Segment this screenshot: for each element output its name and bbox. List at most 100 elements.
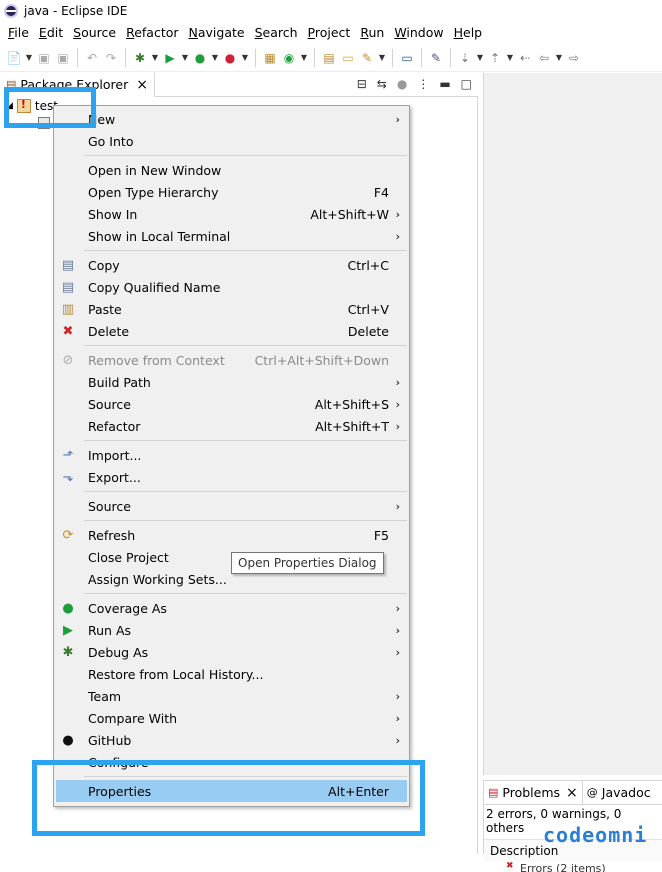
menu-navigate[interactable]: Navigate — [184, 25, 250, 40]
menu-file[interactable]: File — [3, 25, 34, 40]
menu-window[interactable]: Window — [389, 25, 448, 40]
last-edit-location-icon[interactable]: ⇠ — [517, 50, 533, 66]
menu-item-label: Remove from Context — [88, 352, 225, 368]
menu-refactor[interactable]: Refactor — [121, 25, 183, 40]
tab-javadoc[interactable]: @ Javadoc — [583, 781, 655, 805]
chevron-down-icon[interactable]: ▼ — [151, 50, 159, 66]
menu-item-label: Show In — [88, 206, 138, 222]
back-icon[interactable]: ⇦ — [536, 50, 552, 66]
menu-item-shortcut: Ctrl+V — [347, 301, 389, 317]
chevron-down-icon[interactable]: ▼ — [300, 50, 308, 66]
chevron-down-icon[interactable]: ▼ — [506, 50, 514, 66]
debug-icon[interactable]: ✱ — [132, 50, 148, 66]
menu-run-as[interactable]: ▶ Run As › — [54, 619, 409, 641]
menu-project[interactable]: Project — [303, 25, 356, 40]
tab-problems[interactable]: ▤ Problems × — [484, 780, 583, 805]
menu-copy-qualified-name[interactable]: ▤ Copy Qualified Name — [54, 276, 409, 298]
menu-refresh[interactable]: ⟳ Refresh F5 — [54, 524, 409, 546]
menu-item-label: Refresh — [88, 527, 136, 543]
menu-source-2[interactable]: Source › — [54, 495, 409, 517]
previous-annotation-icon[interactable]: ⇡ — [487, 50, 503, 66]
external-tools-icon[interactable]: ● — [222, 50, 238, 66]
next-annotation-icon[interactable]: ⇣ — [457, 50, 473, 66]
search-icon[interactable]: ✎ — [359, 50, 375, 66]
copy-icon: ▤ — [61, 257, 75, 273]
monitor-icon[interactable]: ▭ — [399, 50, 415, 66]
menu-item-label: Close Project — [88, 549, 169, 565]
toolbar-separator — [314, 48, 315, 67]
minimize-icon[interactable]: ▬ — [439, 77, 450, 91]
menu-refactor[interactable]: Refactor Alt+Shift+T › — [54, 415, 409, 437]
undo-icon[interactable]: ↶ — [84, 50, 100, 66]
menu-item-label: Paste — [88, 301, 122, 317]
menu-restore-local-history[interactable]: Restore from Local History... — [54, 663, 409, 685]
menu-help[interactable]: Help — [449, 25, 488, 40]
close-icon[interactable]: × — [566, 785, 578, 801]
new-icon[interactable]: 📄 — [6, 50, 22, 66]
menu-open-in-new-window[interactable]: Open in New Window — [54, 159, 409, 181]
export-icon: ⬎ — [62, 469, 74, 485]
open-type-icon[interactable]: ▤ — [321, 50, 337, 66]
save-all-icon[interactable]: ▣ — [55, 50, 71, 66]
menu-debug-as[interactable]: ✱ Debug As › — [54, 641, 409, 663]
focus-icon[interactable]: ● — [397, 77, 407, 91]
chevron-down-icon[interactable]: ▼ — [555, 50, 563, 66]
new-java-package-icon[interactable]: ▦ — [262, 50, 278, 66]
chevron-down-icon[interactable]: ▼ — [211, 50, 219, 66]
collapse-all-icon[interactable]: ⊟ — [357, 77, 367, 91]
chevron-right-icon: › — [395, 112, 400, 126]
menu-source[interactable]: Source Alt+Shift+S › — [54, 393, 409, 415]
menu-build-path[interactable]: Build Path › — [54, 371, 409, 393]
menu-show-in[interactable]: Show In Alt+Shift+W › — [54, 203, 409, 225]
menu-run[interactable]: Run — [355, 25, 389, 40]
menu-open-type-hierarchy[interactable]: Open Type Hierarchy F4 — [54, 181, 409, 203]
menu-source[interactable]: Source — [68, 25, 121, 40]
new-java-class-icon[interactable]: ◉ — [281, 50, 297, 66]
menu-copy[interactable]: ▤ Copy Ctrl+C — [54, 254, 409, 276]
chevron-down-icon[interactable]: ▼ — [241, 50, 249, 66]
toggle-mark-occurrences-icon[interactable]: ✎ — [428, 50, 444, 66]
chevron-down-icon[interactable]: ▼ — [25, 50, 33, 66]
menu-item-shortcut: Ctrl+C — [347, 257, 389, 273]
menu-export[interactable]: ⬎ Export... — [54, 466, 409, 488]
menu-compare-with[interactable]: Compare With › — [54, 707, 409, 729]
menu-separator — [54, 517, 409, 524]
redo-icon[interactable]: ↷ — [103, 50, 119, 66]
view-menu-icon[interactable]: ⋮ — [417, 77, 429, 91]
menu-show-in-local-terminal[interactable]: Show in Local Terminal › — [54, 225, 409, 247]
chevron-right-icon: › — [395, 397, 400, 411]
menu-go-into[interactable]: Go Into — [54, 130, 409, 152]
javadoc-icon: @ — [586, 786, 598, 799]
menu-coverage-as[interactable]: ● Coverage As › — [54, 597, 409, 619]
debug-icon: ✱ — [62, 644, 74, 660]
menu-edit[interactable]: Edit — [34, 25, 68, 40]
maximize-icon[interactable]: □ — [461, 77, 472, 91]
menu-search[interactable]: Search — [250, 25, 303, 40]
chevron-right-icon: › — [395, 645, 400, 659]
menu-github[interactable]: ● GitHub › — [54, 729, 409, 751]
save-icon[interactable]: ▣ — [36, 50, 52, 66]
close-icon[interactable]: × — [136, 77, 148, 93]
menu-paste[interactable]: ▥ Paste Ctrl+V — [54, 298, 409, 320]
chevron-right-icon: › — [395, 711, 400, 725]
chevron-down-icon[interactable]: ▼ — [378, 50, 386, 66]
run-icon[interactable]: ▶ — [162, 50, 178, 66]
forward-icon[interactable]: ⇨ — [566, 50, 582, 66]
menu-new[interactable]: New › — [54, 108, 409, 130]
chevron-down-icon[interactable]: ▼ — [181, 50, 189, 66]
errors-row[interactable]: Errors (2 items) — [484, 862, 662, 872]
view-actions: ⊟ ⇆ ● ⋮ ▬ □ — [357, 77, 472, 91]
menu-delete[interactable]: ✖ Delete Delete — [54, 320, 409, 342]
chevron-down-icon[interactable]: ▼ — [476, 50, 484, 66]
refresh-icon: ⟳ — [62, 527, 74, 543]
link-with-editor-icon[interactable]: ⇆ — [377, 77, 387, 91]
menu-import[interactable]: ⬏ Import... — [54, 444, 409, 466]
menu-team[interactable]: Team › — [54, 685, 409, 707]
highlight-box-project — [4, 87, 96, 128]
coverage-icon[interactable]: ● — [192, 50, 208, 66]
menu-separator — [54, 342, 409, 349]
window-title: java - Eclipse IDE — [24, 4, 128, 18]
open-folder-icon[interactable]: ▭ — [340, 50, 356, 66]
menu-item-label: Run As — [88, 622, 132, 638]
menu-item-label: Delete — [88, 323, 130, 339]
